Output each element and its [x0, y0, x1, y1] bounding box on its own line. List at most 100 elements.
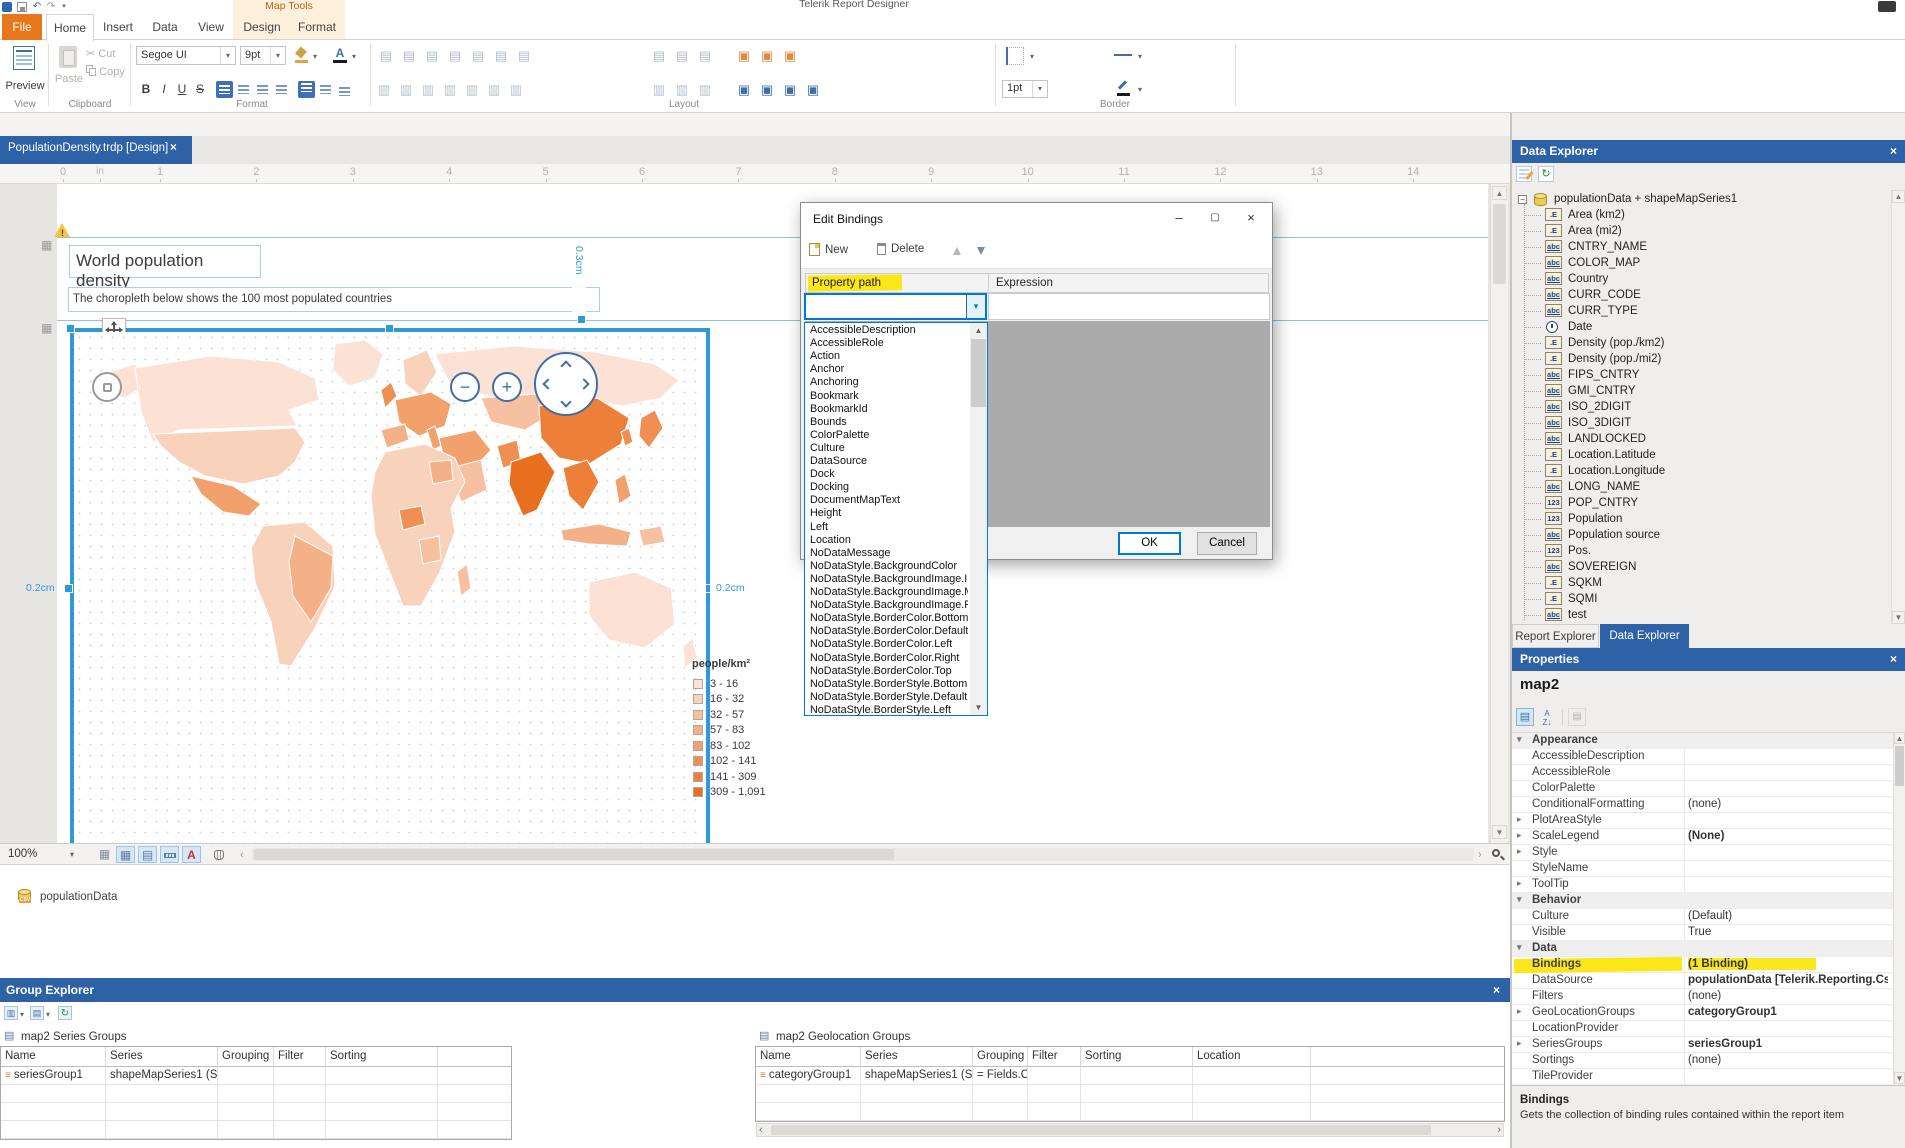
table-cell[interactable]	[326, 1085, 438, 1103]
group-view-icon[interactable]: ▤	[30, 1006, 44, 1020]
group-view-caret-icon[interactable]: ▾	[46, 1010, 50, 1019]
table-cell[interactable]	[218, 1121, 274, 1139]
property-row-stylename[interactable]: StyleName	[1512, 861, 1893, 877]
collapse-icon[interactable]: ▾	[1517, 942, 1522, 953]
hscroll-right-icon[interactable]: ›	[1478, 849, 1482, 861]
combobox-caret-icon[interactable]: ▾	[966, 295, 985, 318]
expand-icon[interactable]: ▸	[1517, 1006, 1522, 1017]
increase-horizontal-spacing-icon[interactable]: ▥	[397, 81, 415, 99]
same-height-icon[interactable]: ▤	[696, 47, 714, 65]
property-value[interactable]: (none)	[1688, 990, 1888, 1002]
property-path-option[interactable]: Height	[806, 507, 968, 520]
dropdown-scrollbar[interactable]: ▲ ▼	[970, 323, 987, 715]
font-name-combobox[interactable]: Segoe UI ▾	[136, 46, 236, 65]
expand-icon[interactable]: ▸	[1517, 878, 1522, 889]
dialog-titlebar[interactable]: Edit Bindings – ▢ ×	[801, 203, 1272, 235]
group-explorer-close-icon[interactable]: ×	[1493, 983, 1500, 997]
maximize-icon[interactable]: ▢	[1198, 203, 1232, 233]
scroll-down-icon[interactable]: ▼	[970, 700, 987, 715]
table-cell[interactable]	[861, 1085, 973, 1103]
table-cell[interactable]	[973, 1103, 1028, 1121]
move-up-icon[interactable]	[953, 247, 961, 255]
property-value[interactable]: (none)	[1688, 1054, 1888, 1066]
collapse-icon[interactable]: ▾	[1517, 734, 1522, 745]
property-path-option[interactable]: Docking	[806, 481, 968, 494]
line-style-icon[interactable]	[1114, 54, 1132, 56]
table-cell[interactable]	[218, 1085, 274, 1103]
property-row-accessibledescription[interactable]: AccessibleDescription	[1512, 749, 1893, 765]
map-plot-area[interactable]: − + people/km² 3 - 1616 - 3232 - 5757 - …	[74, 332, 706, 843]
table-cell[interactable]: ≡seriesGroup1	[1, 1067, 106, 1085]
tree-field-item[interactable]: .EDensity (pop./km2)	[1512, 336, 1887, 352]
italic-button[interactable]: I	[156, 81, 172, 98]
tab-report-explorer[interactable]: Report Explorer	[1512, 624, 1599, 648]
property-value[interactable]: (none)	[1688, 798, 1888, 810]
document-tab-close-icon[interactable]: ×	[170, 142, 177, 154]
table-cell[interactable]: ≡categoryGroup1	[756, 1067, 861, 1085]
column-header-sorting[interactable]: Sorting	[1081, 1047, 1193, 1067]
edit-bindings-dialog[interactable]: Edit Bindings – ▢ × New Delete Property …	[800, 202, 1273, 560]
tree-field-item[interactable]: abcLONG_NAME	[1512, 480, 1887, 496]
decrease-horizontal-spacing-icon[interactable]: ▥	[419, 81, 437, 99]
property-path-option[interactable]: NoDataStyle.BorderColor.Bottom	[806, 612, 968, 625]
table-cell[interactable]: shapeMapSeries1 (ShapeM...	[861, 1067, 973, 1085]
pan-hand-icon[interactable]	[210, 846, 229, 863]
ribbon-tab-format[interactable]: Format	[292, 14, 342, 40]
property-path-option[interactable]: DocumentMapText	[806, 494, 968, 507]
property-value[interactable]: (1 Binding)	[1688, 958, 1888, 970]
table-cell[interactable]	[756, 1085, 861, 1103]
table-cell[interactable]	[274, 1103, 326, 1121]
tree-field-item[interactable]: abcISO_2DIGIT	[1512, 400, 1887, 416]
pan-right-icon[interactable]	[578, 378, 589, 389]
property-path-option[interactable]: NoDataStyle.BackgroundImage.Ir	[806, 573, 968, 586]
align-right-button[interactable]	[254, 81, 271, 98]
expand-icon[interactable]: ▸	[1517, 830, 1522, 841]
table-cell[interactable]	[1, 1121, 106, 1139]
font-color-button[interactable]: A	[332, 46, 348, 64]
add-group-icon[interactable]: ▥	[4, 1006, 18, 1020]
property-path-option[interactable]: AccessibleDescription	[806, 324, 968, 337]
expression-cell[interactable]	[988, 293, 1270, 320]
property-row-bindings[interactable]: ▸Bindings(1 Binding)	[1512, 957, 1893, 973]
property-path-option[interactable]: Left	[806, 521, 968, 534]
property-row-tooltip[interactable]: ▸ToolTip	[1512, 877, 1893, 893]
table-cell[interactable]	[106, 1103, 218, 1121]
property-category-appearance[interactable]: ▾Appearance	[1512, 733, 1893, 749]
column-header-filter[interactable]: Filter	[274, 1047, 326, 1067]
strikethrough-button[interactable]: S	[192, 81, 208, 98]
property-row-scalelegend[interactable]: ▸ScaleLegend(None)	[1512, 829, 1893, 845]
property-path-option[interactable]: NoDataStyle.BorderColor.Left	[806, 638, 968, 651]
tree-field-item[interactable]: abcFIPS_CNTRY	[1512, 368, 1887, 384]
tree-expander-icon[interactable]: −	[1518, 195, 1527, 204]
property-path-option[interactable]: ColorPalette	[806, 429, 968, 442]
document-tab[interactable]: PopulationDensity.trdp [Design] ×	[0, 136, 192, 164]
scroll-thumb[interactable]	[1895, 746, 1904, 786]
property-value[interactable]: categoryGroup1	[1688, 1006, 1888, 1018]
column-header-name[interactable]: Name	[756, 1047, 861, 1067]
table-cell[interactable]	[1, 1103, 106, 1121]
tree-field-item[interactable]: .EArea (mi2)	[1512, 224, 1887, 240]
property-path-option[interactable]: NoDataStyle.BorderStyle.Default	[806, 691, 968, 704]
center-vertically-icon[interactable]: ▣	[781, 47, 799, 65]
tree-field-item[interactable]: 123Pos.	[1512, 544, 1887, 560]
same-size-icon[interactable]: ▤	[673, 47, 691, 65]
properties-close-icon[interactable]: ×	[1890, 652, 1897, 666]
property-path-option[interactable]: DataSource	[806, 455, 968, 468]
ribbon-tab-data[interactable]: Data	[146, 14, 184, 40]
collapse-icon[interactable]: ▾	[1517, 894, 1522, 905]
tree-field-item[interactable]: 123Population	[1512, 512, 1887, 528]
map-left-handle[interactable]	[64, 584, 73, 593]
datasource-item[interactable]: CSV populationData	[18, 887, 218, 907]
center-horizontally-icon[interactable]: ▣	[758, 47, 776, 65]
property-row-colorpalette[interactable]: ColorPalette	[1512, 781, 1893, 797]
property-path-option[interactable]: Culture	[806, 442, 968, 455]
column-header-grouping[interactable]: Grouping	[973, 1047, 1028, 1067]
property-row-style[interactable]: ▸Style	[1512, 845, 1893, 861]
column-header-filter[interactable]: Filter	[1028, 1047, 1081, 1067]
equal-horizontal-spacing-icon[interactable]: ▥	[375, 81, 393, 99]
property-row-accessiblerole[interactable]: AccessibleRole	[1512, 765, 1893, 781]
size-to-grid-icon[interactable]: ▣	[735, 47, 753, 65]
property-row-plotareastyle[interactable]: ▸PlotAreaStyle	[1512, 813, 1893, 829]
pan-down-icon[interactable]	[560, 396, 571, 407]
show-grid-icon[interactable]: ▦	[95, 846, 114, 863]
